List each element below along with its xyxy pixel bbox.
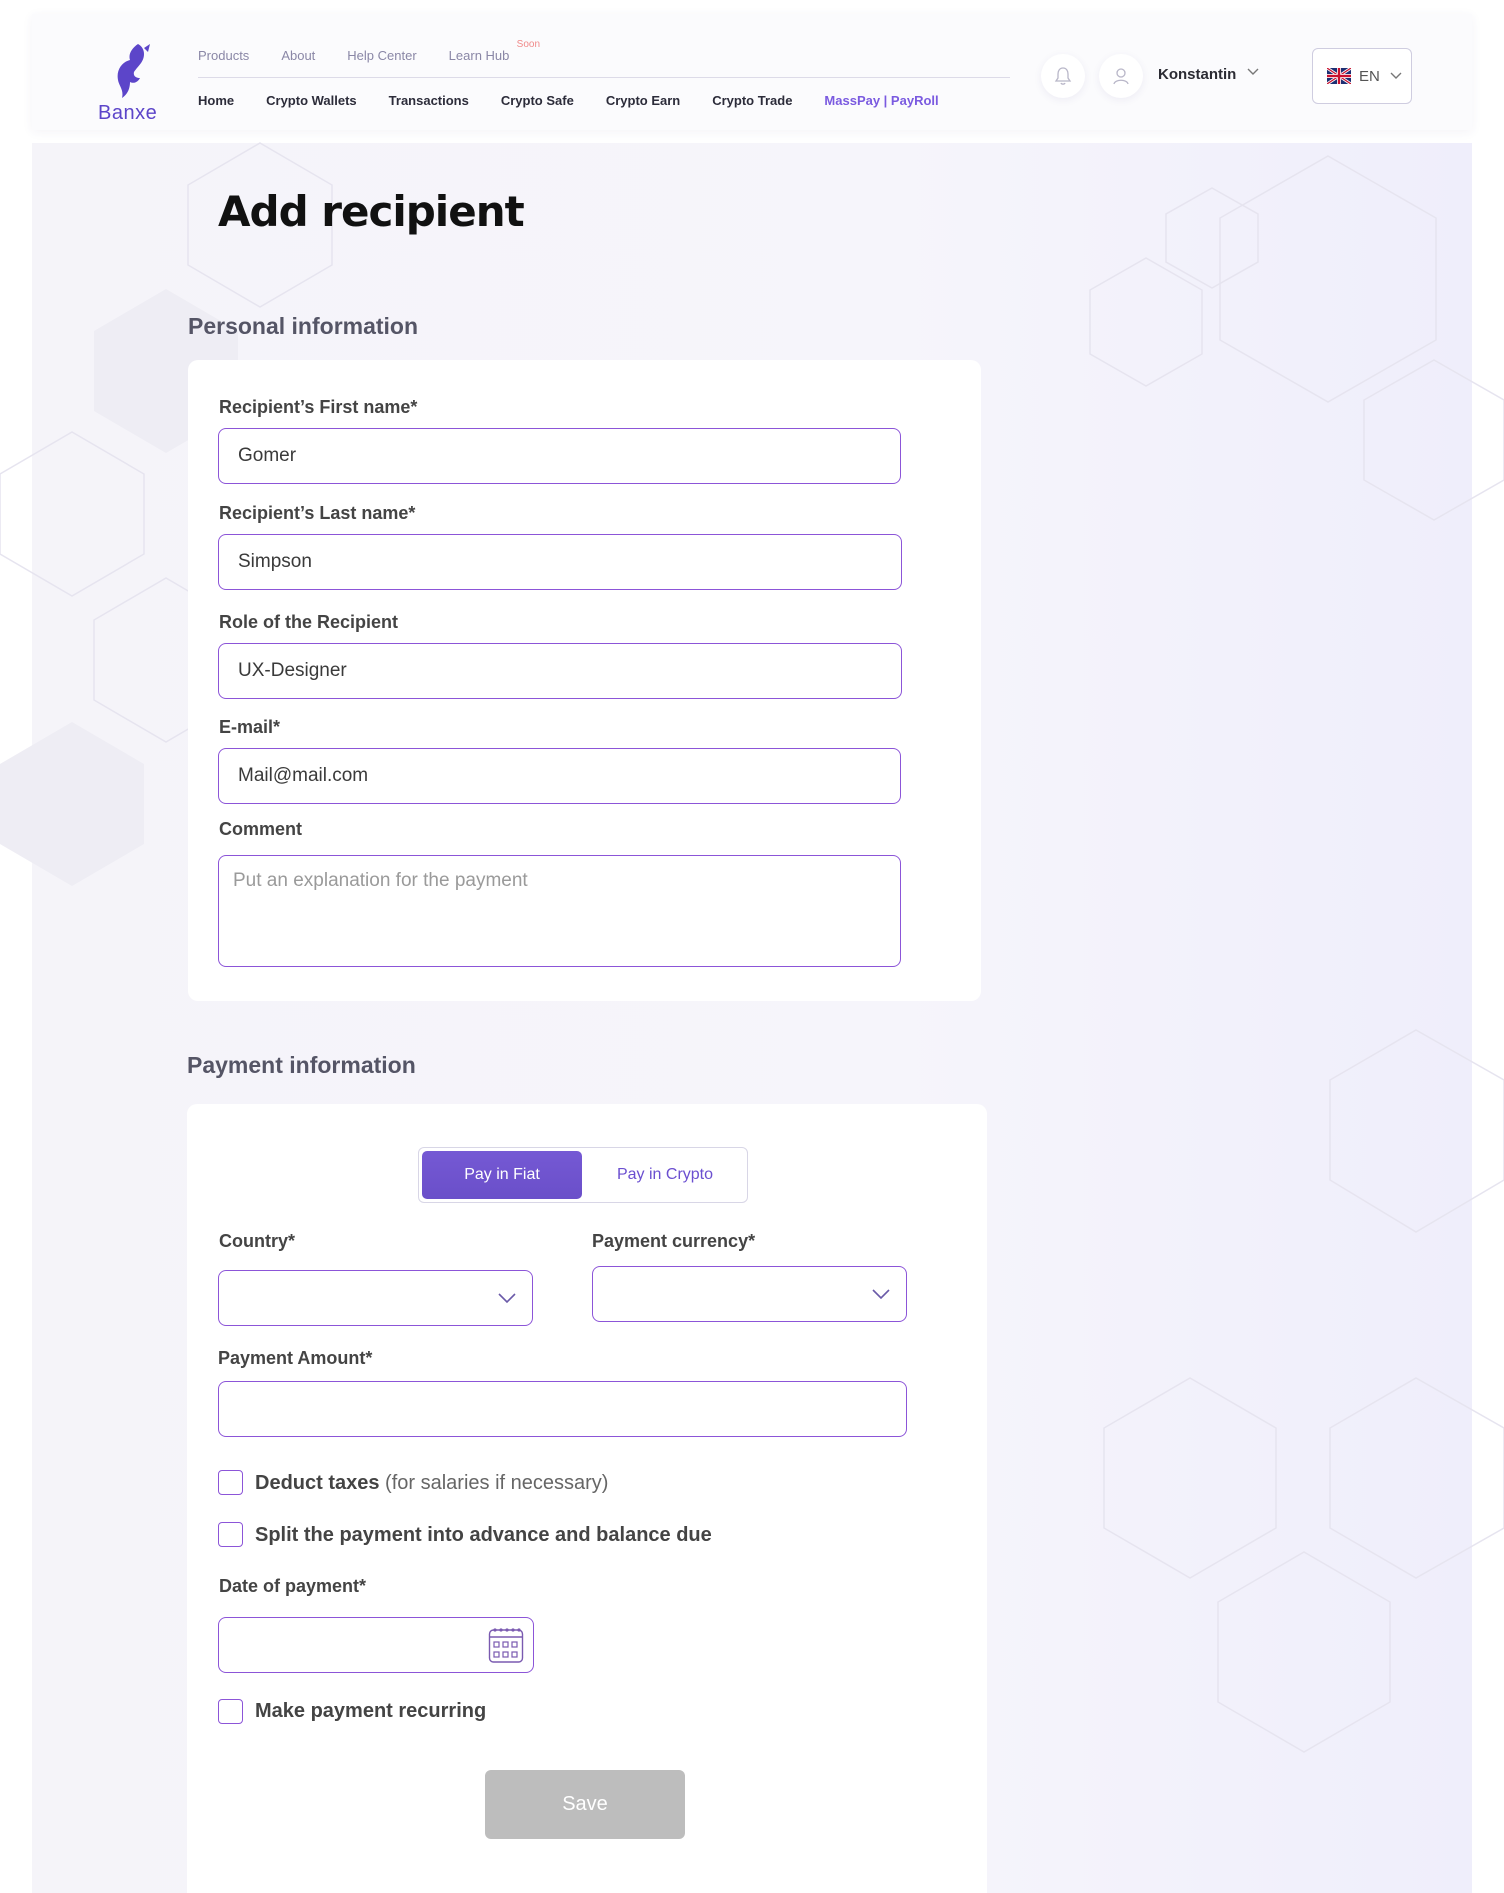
first-name-label: Recipient’s First name* xyxy=(219,397,418,417)
comment-label: Comment xyxy=(219,819,303,839)
learn-hub-label: Learn Hub xyxy=(448,48,510,63)
nav-item-crypto-safe[interactable]: Crypto Safe xyxy=(501,93,574,108)
first-name-input[interactable] xyxy=(218,428,901,484)
chevron-down-icon[interactable] xyxy=(1247,68,1259,76)
soon-badge: Soon xyxy=(516,39,541,50)
country-select[interactable] xyxy=(218,1270,533,1326)
whale-logo-icon xyxy=(117,44,150,98)
nav-divider xyxy=(198,77,1010,78)
user-icon xyxy=(1113,68,1129,85)
deduct-taxes-label-note: (for salaries if necessary) xyxy=(379,1472,609,1494)
language-code: EN xyxy=(1359,67,1380,85)
notifications-button[interactable] xyxy=(1041,54,1085,98)
language-select[interactable]: EN xyxy=(1312,48,1412,104)
personal-information-title: Personal information xyxy=(188,313,419,339)
user-name[interactable]: Konstantin xyxy=(1158,66,1236,83)
email-field[interactable] xyxy=(218,748,901,804)
deduct-taxes-label-bold: Deduct taxes xyxy=(255,1472,380,1494)
payment-currency-select[interactable] xyxy=(592,1266,907,1322)
nav-item-crypto-wallets[interactable]: Crypto Wallets xyxy=(266,93,357,108)
logo-text: Banxe xyxy=(98,102,158,124)
recurring-payment-label: Make payment recurring xyxy=(255,1700,487,1722)
chevron-down-icon xyxy=(872,1289,890,1300)
date-of-payment-label: Date of payment* xyxy=(219,1576,367,1596)
role-label: Role of the Recipient xyxy=(219,612,399,632)
avatar[interactable] xyxy=(1099,54,1143,98)
page-title: Add recipient xyxy=(218,187,525,236)
email-label: E-mail* xyxy=(219,717,281,737)
nav-item-masspay-payroll[interactable]: MassPay | PayRoll xyxy=(824,93,938,108)
split-payment-label: Split the payment into advance and balan… xyxy=(255,1524,712,1546)
main-nav: Home Crypto Wallets Transactions Crypto … xyxy=(198,93,971,108)
chevron-down-icon xyxy=(498,1293,516,1304)
save-button[interactable]: Save xyxy=(485,1770,685,1839)
role-input[interactable] xyxy=(218,643,902,699)
last-name-label: Recipient’s Last name* xyxy=(219,503,416,523)
nav-link-learn-hub[interactable]: Learn Hub Soon xyxy=(448,39,540,63)
bell-icon xyxy=(1054,67,1072,85)
calendar-icon[interactable] xyxy=(488,1626,524,1664)
uk-flag-icon xyxy=(1327,68,1351,84)
nav-link-about[interactable]: About xyxy=(281,48,315,63)
payment-currency-label: Payment currency* xyxy=(592,1231,756,1251)
chevron-down-icon xyxy=(1390,72,1402,79)
pay-in-crypto-tab[interactable]: Pay in Crypto xyxy=(584,1151,746,1199)
secondary-nav: Products About Help Center Learn Hub Soo… xyxy=(198,39,541,63)
payment-amount-label: Payment Amount* xyxy=(218,1348,373,1368)
banxe-logo[interactable]: Banxe xyxy=(86,42,166,128)
nav-item-transactions[interactable]: Transactions xyxy=(389,93,469,108)
date-of-payment-input[interactable] xyxy=(218,1617,534,1673)
nav-link-products[interactable]: Products xyxy=(198,48,249,63)
deduct-taxes-checkbox[interactable] xyxy=(218,1470,243,1495)
nav-item-crypto-trade[interactable]: Crypto Trade xyxy=(712,93,792,108)
nav-link-help-center[interactable]: Help Center xyxy=(347,48,416,63)
payment-type-toggle: Pay in Fiat Pay in Crypto xyxy=(418,1147,748,1203)
split-payment-checkbox[interactable] xyxy=(218,1522,243,1547)
pay-in-fiat-tab[interactable]: Pay in Fiat xyxy=(422,1151,582,1199)
country-label: Country* xyxy=(219,1231,295,1251)
deduct-taxes-label: Deduct taxes (for salaries if necessary) xyxy=(255,1472,608,1495)
recurring-payment-checkbox[interactable] xyxy=(218,1699,243,1724)
payment-information-title: Payment information xyxy=(187,1052,416,1078)
payment-amount-input[interactable] xyxy=(218,1381,907,1437)
last-name-input[interactable] xyxy=(218,534,902,590)
top-navigation-bar: Banxe Products About Help Center Learn H… xyxy=(32,14,1472,130)
nav-item-crypto-earn[interactable]: Crypto Earn xyxy=(606,93,680,108)
comment-textarea[interactable] xyxy=(218,855,901,967)
nav-item-home[interactable]: Home xyxy=(198,93,234,108)
